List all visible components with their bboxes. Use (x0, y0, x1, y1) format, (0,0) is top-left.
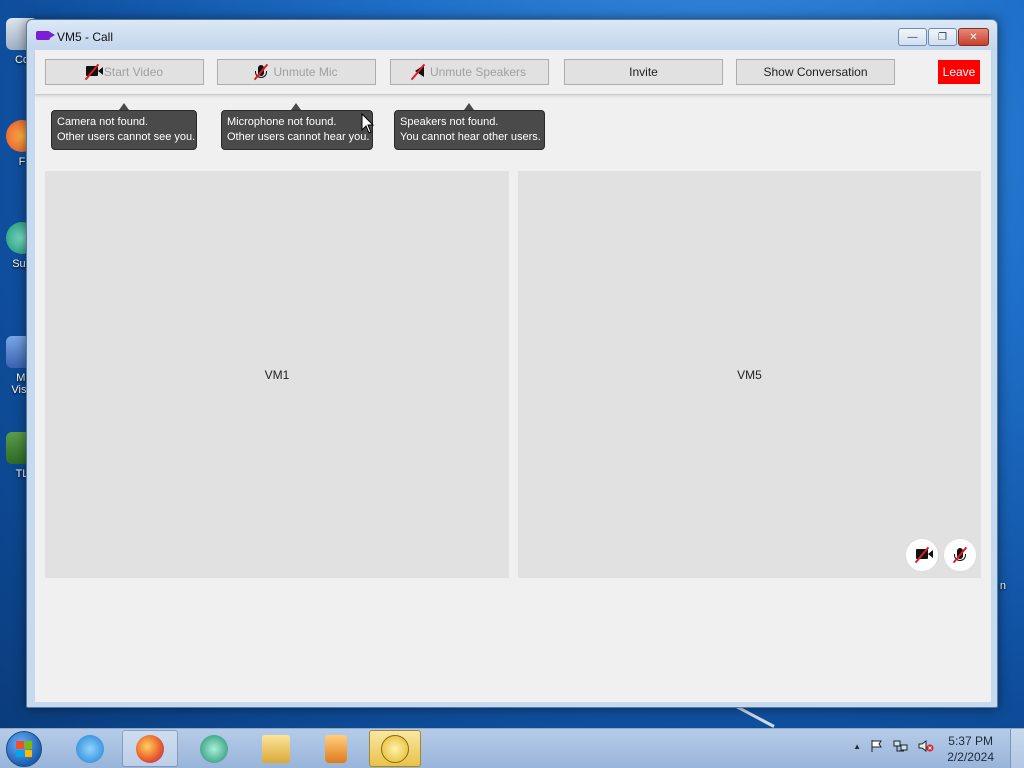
unmute-speakers-button[interactable]: Unmute Speakers (390, 59, 549, 85)
unmute-mic-label: Unmute Mic (273, 65, 338, 79)
close-button[interactable]: ✕ (958, 28, 989, 46)
participant-tile-vm1[interactable]: VM1 (45, 171, 509, 578)
mic-off-icon (254, 63, 269, 81)
camera-off-icon (905, 538, 939, 572)
speakers-tooltip: Speakers not found. You cannot hear othe… (394, 110, 545, 150)
action-center-flag-icon[interactable] (870, 739, 884, 753)
close-icon: ✕ (969, 31, 978, 43)
speaker-off-icon (411, 63, 426, 81)
show-conversation-button[interactable]: Show Conversation (736, 59, 895, 85)
participant-name: VM5 (737, 367, 762, 382)
start-video-label: Start Video (103, 65, 164, 79)
taskbar-app-teams[interactable] (186, 730, 242, 767)
window-title: VM5 - Call (57, 30, 114, 44)
tooltip-arrow (119, 103, 129, 110)
tooltip-line: Other users cannot hear you. (227, 131, 370, 143)
tooltip-arrow (291, 103, 301, 110)
tooltip-arrow (464, 103, 474, 110)
camera-tooltip: Camera not found. Other users cannot see… (51, 110, 197, 150)
unmute-mic-button[interactable]: Unmute Mic (217, 59, 376, 85)
volume-muted-icon[interactable] (918, 739, 934, 753)
media-player-icon (325, 734, 347, 763)
mouse-cursor-icon (361, 113, 375, 134)
show-hidden-icons-chevron-icon[interactable]: ▲ (853, 742, 861, 751)
desktop-icon-label: F (18, 156, 26, 168)
leave-button[interactable]: Leave (938, 60, 980, 84)
tooltip-line: Other users cannot see you. (57, 131, 196, 143)
taskbar-app-chat[interactable] (369, 730, 421, 767)
windows-logo-icon (16, 741, 32, 757)
call-content: Start Video Unmute Mic Unmute Speakers I… (35, 50, 991, 702)
show-conversation-label: Show Conversation (763, 65, 868, 79)
chat-app-icon (381, 734, 409, 763)
network-icon[interactable] (893, 739, 909, 753)
title-bar[interactable]: VM5 - Call — ❐ ✕ (27, 20, 997, 50)
clock-date: 2/2/2024 (947, 750, 994, 764)
participant-tile-vm5[interactable]: VM5 (518, 171, 981, 578)
taskbar-app-file-explorer[interactable] (248, 730, 304, 767)
camera-off-icon (84, 63, 103, 81)
firefox-icon (136, 734, 164, 763)
tooltip-line: Microphone not found. (227, 116, 337, 128)
maximize-icon: ❐ (938, 31, 947, 43)
file-explorer-icon (262, 734, 290, 763)
minimize-icon: — (907, 31, 918, 43)
teams-icon (200, 734, 228, 763)
mic-off-icon (943, 538, 977, 572)
desktop-icon-label: n (999, 580, 1006, 592)
call-window: VM5 - Call — ❐ ✕ Start Video Unmute Mic … (26, 19, 998, 708)
clock-time: 5:37 PM (948, 734, 993, 748)
minimize-button[interactable]: — (898, 28, 927, 46)
system-tray: ▲ (853, 739, 934, 753)
video-call-icon (36, 31, 55, 40)
leave-label: Leave (942, 65, 976, 79)
unmute-speakers-label: Unmute Speakers (429, 65, 527, 79)
taskbar: ▲ 5:37 PM 2/2/2024 (0, 728, 1024, 768)
microphone-tooltip: Microphone not found. Other users cannot… (221, 110, 373, 150)
invite-label: Invite (629, 65, 658, 79)
call-toolbar: Start Video Unmute Mic Unmute Speakers I… (35, 50, 991, 95)
start-button[interactable] (6, 731, 42, 767)
internet-explorer-icon (76, 734, 104, 763)
taskbar-app-firefox[interactable] (122, 730, 178, 767)
tooltip-line: Camera not found. (57, 116, 149, 128)
start-video-button[interactable]: Start Video (45, 59, 204, 85)
show-desktop-button[interactable] (1010, 729, 1024, 768)
tooltip-line: Speakers not found. (400, 116, 499, 128)
maximize-button[interactable]: ❐ (928, 28, 957, 46)
participant-name: VM1 (264, 367, 290, 382)
tooltip-line: You cannot hear other users. (400, 131, 541, 143)
invite-button[interactable]: Invite (564, 59, 723, 85)
taskbar-app-media-player[interactable] (308, 730, 364, 767)
taskbar-app-internet-explorer[interactable] (62, 730, 118, 767)
system-clock[interactable]: 5:37 PM 2/2/2024 (947, 733, 994, 765)
